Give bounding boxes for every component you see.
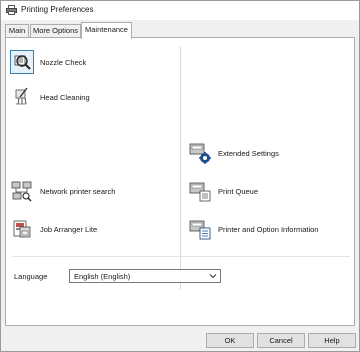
tab-maintenance[interactable]: Maintenance — [81, 22, 132, 39]
language-select[interactable]: English (English) — [69, 269, 221, 283]
tab-more-options[interactable]: More Options — [30, 24, 81, 38]
ok-button[interactable]: OK — [206, 333, 254, 348]
title-bar: Printing Preferences — [1, 1, 359, 20]
help-button[interactable]: Help — [308, 333, 356, 348]
language-select-value: English (English) — [74, 272, 131, 281]
cancel-button[interactable]: Cancel — [257, 333, 305, 348]
printer-info-icon — [188, 217, 212, 241]
nozzle-check-icon — [10, 50, 34, 74]
network-printer-search-icon — [10, 179, 34, 203]
printer-option-information-button[interactable]: Printer and Option Information — [188, 217, 348, 243]
language-label: Language — [14, 272, 48, 281]
printing-preferences-window: Printing Preferences Main More Options M… — [0, 0, 360, 352]
job-arranger-lite-button[interactable]: Job Arranger Lite — [10, 217, 130, 243]
printer-app-icon — [6, 5, 17, 15]
print-queue-icon — [188, 179, 212, 203]
chevron-down-icon — [209, 272, 217, 280]
job-arranger-icon — [10, 217, 34, 241]
print-queue-button[interactable]: Print Queue — [188, 179, 308, 205]
extended-settings-button[interactable]: Extended Settings — [188, 141, 308, 167]
nozzle-check-button[interactable]: Nozzle Check — [10, 50, 130, 76]
network-printer-search-button[interactable]: Network printer search — [10, 179, 150, 205]
print-queue-label: Print Queue — [218, 187, 259, 196]
extended-settings-label: Extended Settings — [218, 149, 279, 158]
maintenance-panel: Nozzle Check Head Cleaning Network print… — [5, 37, 355, 326]
extended-settings-icon — [188, 141, 212, 165]
tab-main[interactable]: Main — [5, 24, 29, 38]
nozzle-check-label: Nozzle Check — [40, 58, 87, 67]
section-divider — [12, 256, 350, 257]
printer-option-information-label: Printer and Option Information — [218, 225, 319, 234]
window-title: Printing Preferences — [21, 5, 94, 14]
network-printer-search-label: Network printer search — [40, 187, 116, 196]
column-divider — [180, 46, 181, 290]
job-arranger-lite-label: Job Arranger Lite — [40, 225, 98, 234]
head-cleaning-icon — [10, 85, 34, 109]
head-cleaning-label: Head Cleaning — [40, 93, 90, 102]
head-cleaning-button[interactable]: Head Cleaning — [10, 85, 130, 111]
